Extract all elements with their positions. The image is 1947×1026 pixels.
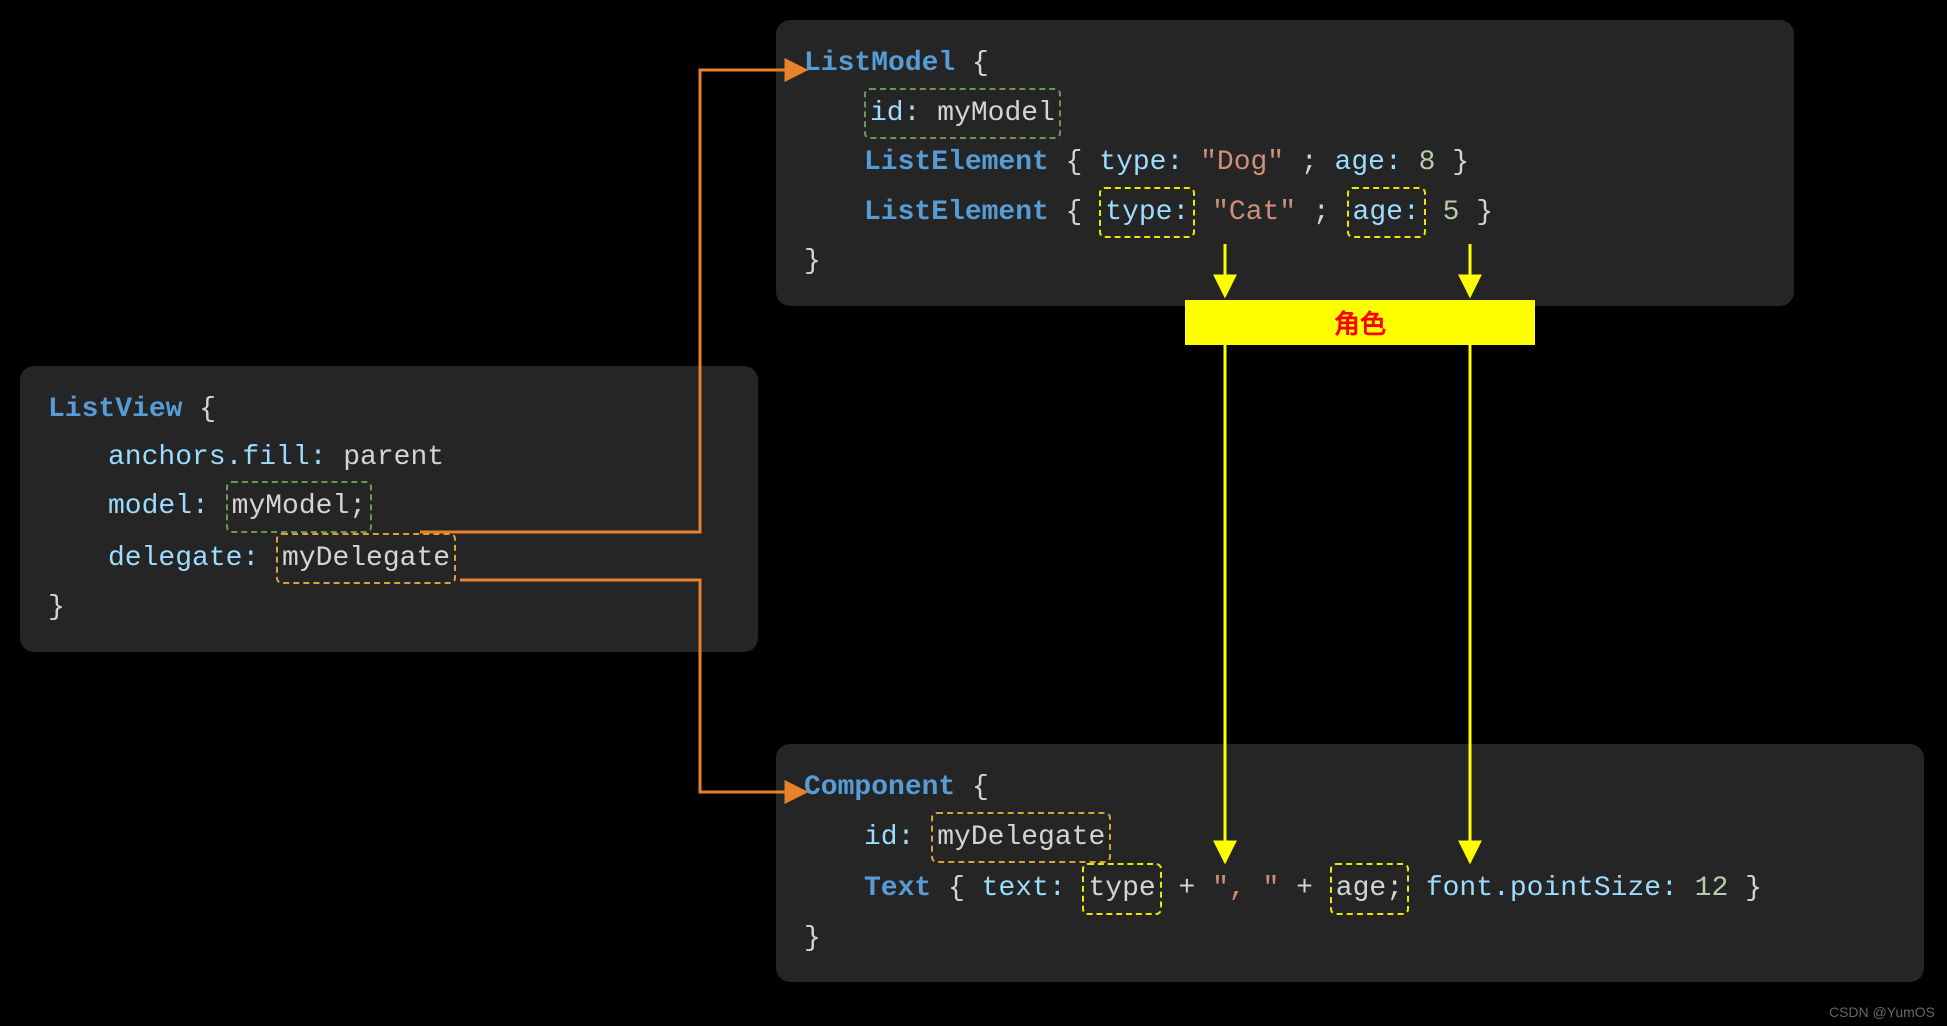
anchors-fill-prop: anchors.fill: [108, 442, 326, 473]
component-panel: Component { id: myDelegate Text { text: … [776, 744, 1924, 982]
brace: } [804, 246, 821, 277]
plus-op: + [1296, 873, 1313, 904]
separator-string: ", " [1212, 873, 1279, 904]
brace: } [1476, 197, 1493, 228]
watermark: CSDN @YumOS [1829, 1004, 1935, 1020]
role-label: 角色 [1185, 300, 1535, 345]
type-var-highlight: type [1082, 863, 1161, 915]
semicolon: ; [1313, 197, 1347, 228]
listview-keyword: ListView [48, 394, 182, 425]
listmodel-keyword: ListModel [804, 48, 955, 79]
delegate-prop: delegate: [108, 543, 259, 574]
type-highlight: type: [1099, 187, 1195, 239]
brace: } [48, 592, 65, 623]
component-id-highlight: myDelegate [931, 812, 1111, 864]
listmodel-panel: ListModel { id: myModel ListElement { ty… [776, 20, 1794, 306]
age-highlight: age: [1347, 187, 1426, 239]
brace: } [1452, 147, 1469, 178]
component-keyword: Component [804, 772, 955, 803]
type-prop: type: [1105, 197, 1189, 228]
type-value-cat: "Cat" [1212, 197, 1296, 228]
brace: { [972, 772, 989, 803]
anchors-fill-value-text: parent [343, 442, 444, 473]
type-prop: type: [1099, 147, 1183, 178]
text-prop: text: [982, 873, 1066, 904]
font-pointsize-value: 12 [1695, 873, 1729, 904]
model-value-highlight: myModel; [226, 481, 372, 533]
model-prop: model: [108, 491, 209, 522]
id-prop: id: [870, 98, 920, 129]
id-prop: id: [864, 822, 914, 853]
type-value-dog: "Dog" [1200, 147, 1284, 178]
brace: { [1066, 147, 1100, 178]
font-pointsize-prop: font.pointSize: [1426, 873, 1678, 904]
listview-panel: ListView { anchors.fill: parent model: m… [20, 366, 758, 652]
age-value-8: 8 [1419, 147, 1436, 178]
listmodel-id-highlight: id: myModel [864, 88, 1061, 140]
id-value-text: myModel [937, 98, 1055, 129]
brace: { [972, 48, 989, 79]
delegate-value-highlight: myDelegate [276, 533, 456, 585]
listelement-keyword: ListElement [864, 197, 1049, 228]
text-keyword: Text [864, 873, 931, 904]
age-var-highlight: age; [1330, 863, 1409, 915]
semicolon: ; [1301, 147, 1335, 178]
brace: } [804, 923, 821, 954]
brace: { [948, 873, 982, 904]
brace: { [1066, 197, 1100, 228]
brace: { [199, 394, 216, 425]
plus-op: + [1179, 873, 1196, 904]
brace: } [1745, 873, 1762, 904]
age-prop: age: [1335, 147, 1402, 178]
listelement-keyword: ListElement [864, 147, 1049, 178]
age-prop: age: [1353, 197, 1420, 228]
age-value-5: 5 [1443, 197, 1460, 228]
